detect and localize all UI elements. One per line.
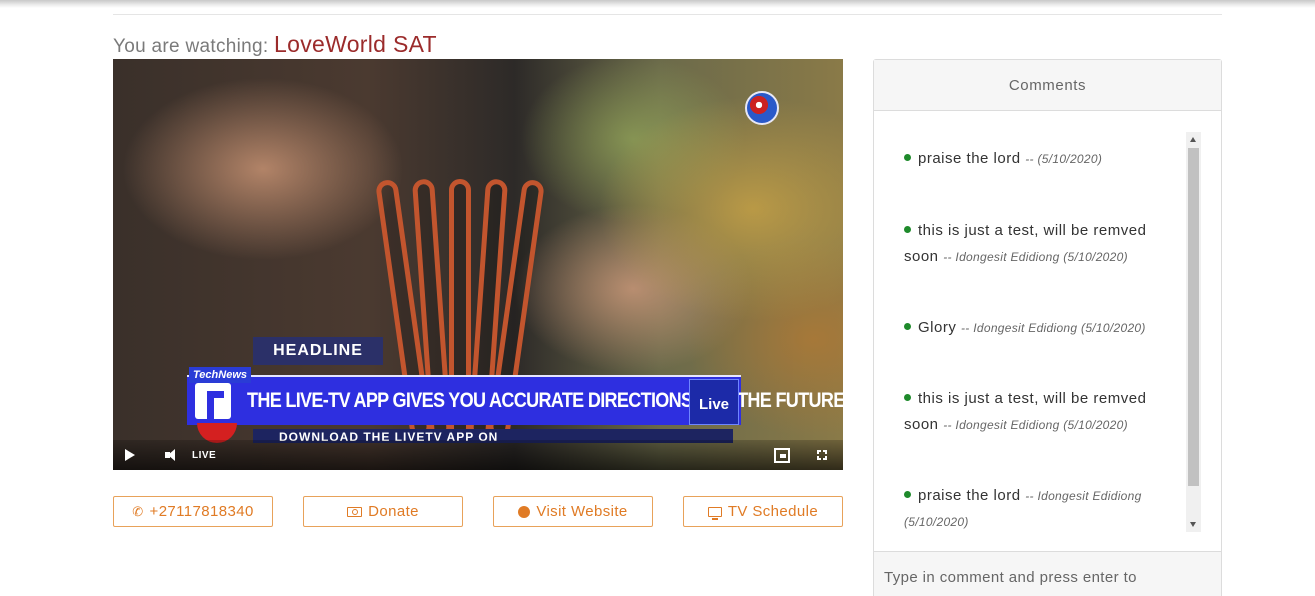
money-icon (347, 506, 363, 517)
technews-label: TechNews (189, 367, 251, 383)
online-dot-icon (904, 323, 911, 330)
comment-text: Glory (918, 319, 957, 336)
comment-meta: -- Idongesit Edidiong (5/10/2020) (961, 321, 1146, 335)
live-indicator[interactable]: LIVE (192, 440, 216, 470)
donate-button[interactable]: Donate (303, 496, 463, 527)
comments-panel: Comments praise the lord -- (5/10/2020) … (873, 59, 1222, 596)
ticker-text: THE LIVE-TV APP GIVES YOU ACCURATE DIREC… (247, 389, 843, 412)
tv-icon (707, 506, 722, 520)
comment-meta: -- Idongesit Edidiong (5/10/2020) (943, 418, 1128, 432)
visit-website-button[interactable]: Visit Website (493, 496, 653, 527)
scroll-up-arrow-icon[interactable] (1190, 137, 1196, 142)
online-dot-icon (904, 226, 911, 233)
news-ticker: THE LIVE-TV APP GIVES YOU ACCURATE DIREC… (187, 375, 843, 425)
live-tv-badge: Live (689, 379, 739, 425)
online-dot-icon (904, 154, 911, 161)
tv-schedule-label: TV Schedule (727, 503, 819, 520)
online-dot-icon (904, 394, 911, 401)
watching-prefix: You are watching: (113, 36, 269, 57)
comment-item: praise the lord -- Idongesit Edidiong (5… (904, 483, 1172, 532)
comments-scrollbar[interactable] (1186, 132, 1201, 532)
phone-label: +27117818340 (149, 503, 254, 520)
comment-meta: -- (5/10/2020) (1025, 152, 1103, 166)
comment-meta: -- Idongesit Edidiong (5/10/2020) (943, 250, 1128, 264)
fullscreen-icon[interactable] (817, 440, 829, 470)
donate-label: Donate (368, 503, 419, 520)
tv-schedule-button[interactable]: TV Schedule (683, 496, 843, 527)
play-icon[interactable] (125, 440, 135, 470)
visit-website-label: Visit Website (536, 503, 628, 520)
player-controls: LIVE (113, 440, 843, 470)
comment-item: this is just a test, will be remved soon… (904, 386, 1172, 438)
comment-text: praise the lord (918, 487, 1021, 504)
video-scene-carabiners (375, 178, 545, 469)
comments-title: Comments (874, 60, 1221, 111)
comment-item: this is just a test, will be remved soon… (904, 218, 1172, 270)
scroll-down-arrow-icon[interactable] (1190, 522, 1196, 527)
now-watching-heading: You are watching: LoveWorld SAT (113, 31, 437, 58)
video-player[interactable]: HEADLINE THE LIVE-TV APP GIVES YOU ACCUR… (113, 59, 843, 470)
comment-item: praise the lord -- (5/10/2020) (904, 146, 1172, 172)
comment-item: Glory -- Idongesit Edidiong (5/10/2020) (904, 315, 1172, 341)
top-divider (113, 14, 1222, 15)
comment-text: praise the lord (918, 150, 1021, 167)
volume-icon[interactable] (165, 440, 181, 470)
comment-input-area (874, 551, 1221, 596)
ticker-logo-icon (195, 383, 231, 420)
comments-list[interactable]: praise the lord -- (5/10/2020) this is j… (874, 132, 1184, 532)
scrollbar-thumb[interactable] (1188, 148, 1199, 486)
picture-in-picture-icon[interactable] (774, 440, 790, 470)
comment-input[interactable] (884, 562, 1204, 592)
phone-icon: ✆ (132, 504, 144, 519)
online-dot-icon (904, 491, 911, 498)
phone-button[interactable]: ✆ +27117818340 (113, 496, 273, 527)
headline-tag: HEADLINE (253, 337, 383, 365)
channel-name: LoveWorld SAT (274, 31, 437, 57)
globe-icon (518, 505, 531, 518)
channel-globe-logo (745, 91, 779, 125)
top-shadow (0, 0, 1315, 8)
